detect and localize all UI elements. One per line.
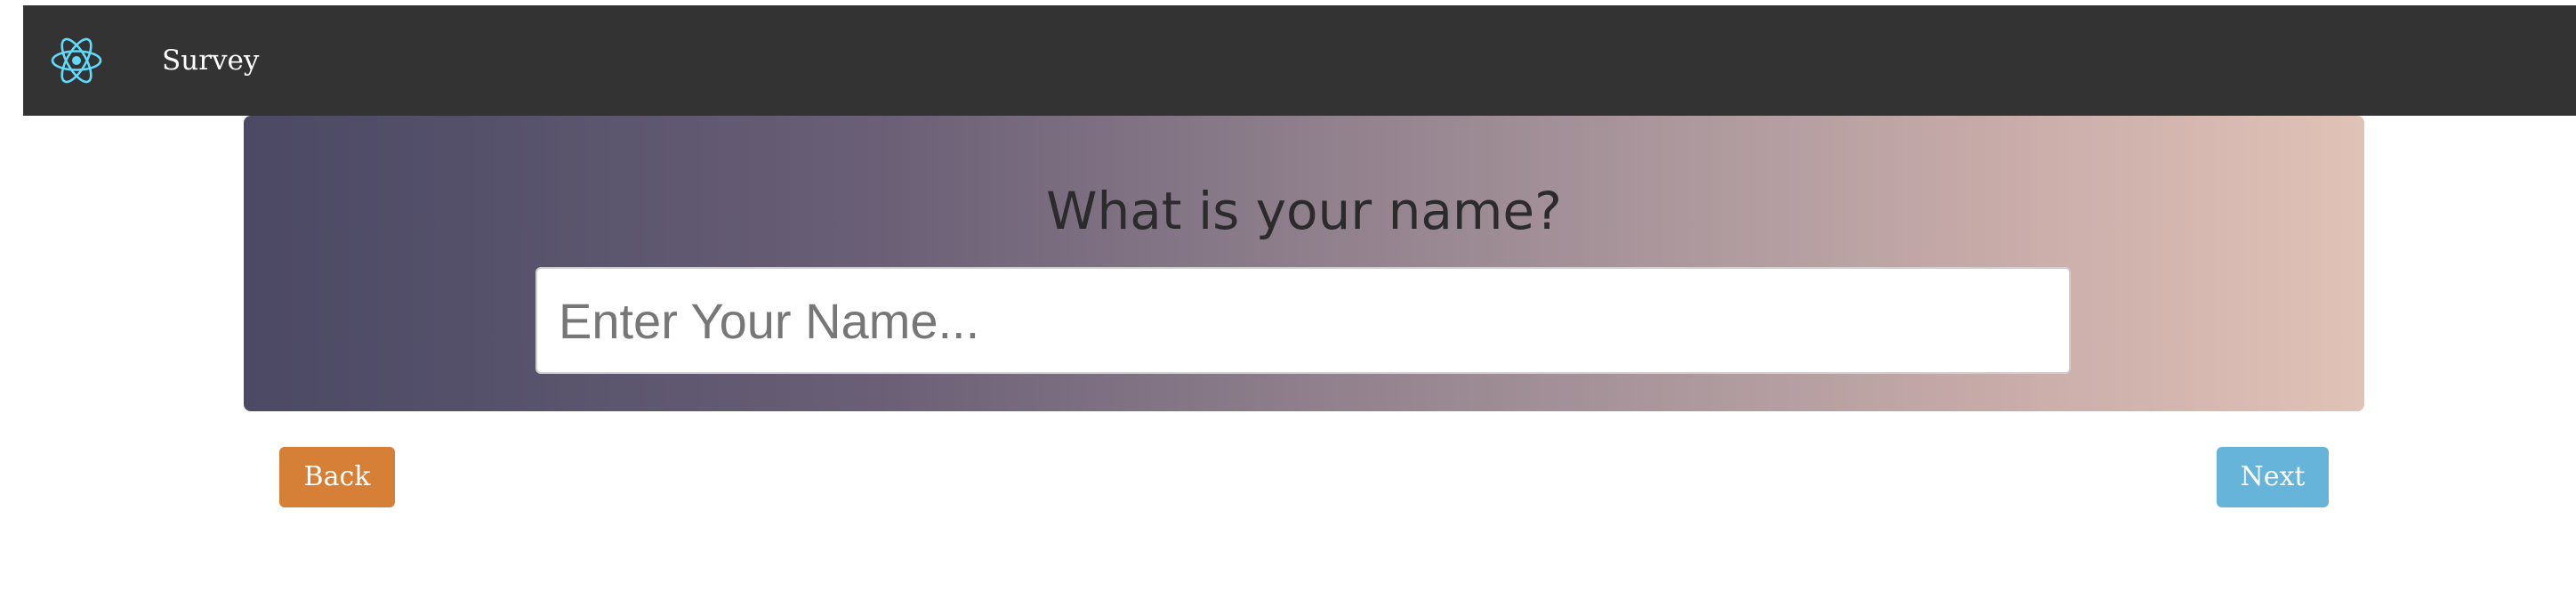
question-panel: What is your name? (244, 116, 2364, 411)
react-atom-icon[interactable] (50, 34, 103, 87)
name-input[interactable] (535, 267, 2071, 374)
question-title: What is your name? (1046, 181, 1562, 241)
top-navbar: Survey (23, 5, 2576, 116)
next-button[interactable]: Next (2217, 447, 2329, 507)
navbar-brand[interactable]: Survey (162, 43, 259, 78)
back-button[interactable]: Back (279, 447, 395, 507)
